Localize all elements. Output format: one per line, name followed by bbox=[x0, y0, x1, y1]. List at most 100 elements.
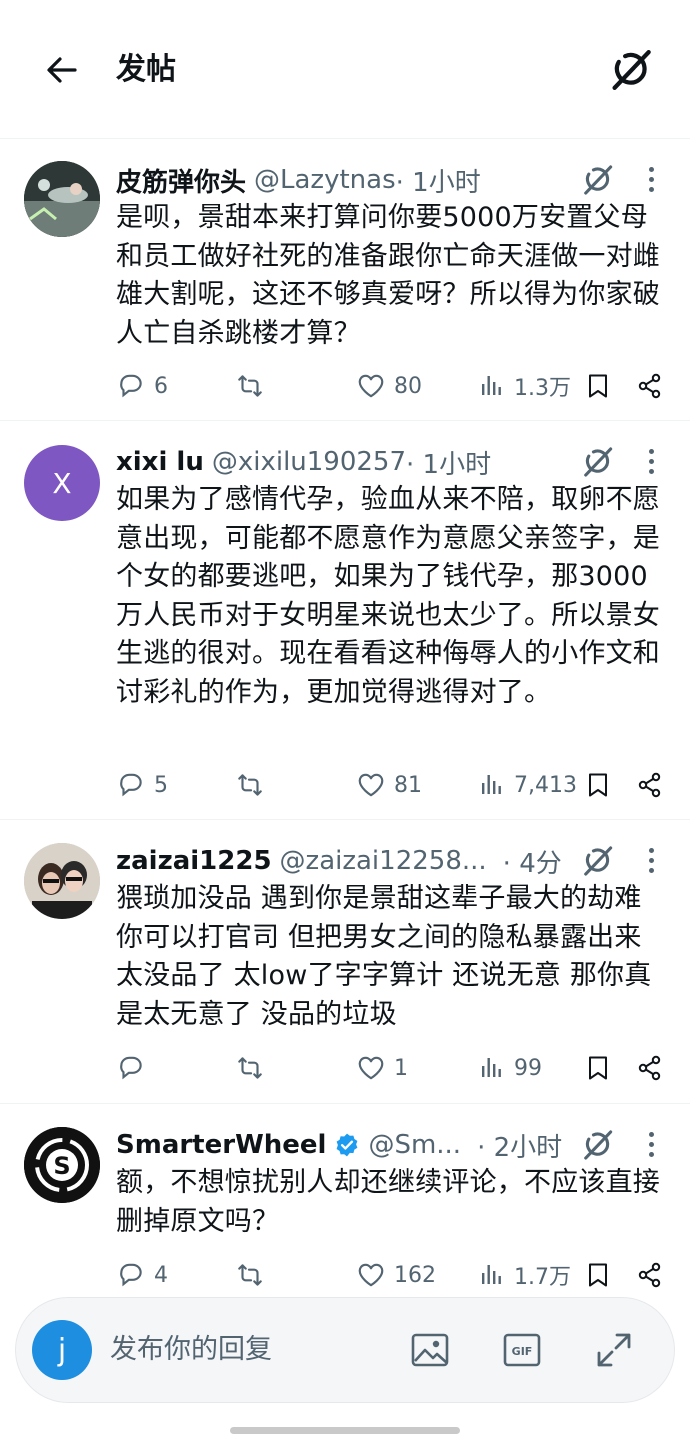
post-text: 是呗，景甜本来打算问你要5000万安置父母和员工做好社死的准备跟你亡命天涯做一对… bbox=[116, 202, 660, 349]
share-button[interactable] bbox=[636, 1253, 664, 1297]
repost-button[interactable] bbox=[234, 1046, 266, 1090]
post-item[interactable]: X xixi lu @xixilu190257 · 1小时 如果为了感情代孕，验… bbox=[0, 421, 690, 820]
views-bar-icon bbox=[482, 775, 501, 794]
post-time: · 1小时 bbox=[395, 167, 481, 198]
expand-button[interactable] bbox=[592, 1328, 636, 1372]
reply-count: 4 bbox=[154, 1262, 168, 1288]
heart-icon bbox=[358, 1056, 384, 1080]
heart-icon bbox=[358, 773, 384, 797]
avatar[interactable] bbox=[24, 161, 100, 237]
post-header: xixi lu @xixilu190257 · 1小时 bbox=[116, 442, 578, 482]
like-button[interactable]: 162 bbox=[356, 1253, 436, 1297]
reply-icon bbox=[120, 1263, 142, 1286]
back-button[interactable] bbox=[38, 46, 86, 94]
more-button[interactable] bbox=[636, 441, 666, 481]
gif-icon: GIF bbox=[503, 1333, 541, 1367]
heart-icon bbox=[358, 374, 384, 398]
grok-button[interactable] bbox=[578, 1126, 616, 1164]
page-title: 发帖 bbox=[116, 52, 176, 87]
avatar[interactable]: X bbox=[24, 445, 100, 521]
repost-icon bbox=[238, 375, 262, 397]
post-time: · 1小时 bbox=[406, 449, 492, 480]
more-button[interactable] bbox=[636, 1124, 666, 1164]
svg-text:GIF: GIF bbox=[512, 1345, 533, 1358]
post-text: 猥琐加没品 遇到你是景甜这辈子最大的劫难 你可以打官司 但把男女之间的隐私暴露出… bbox=[116, 883, 652, 1030]
reply-button[interactable]: 4 bbox=[116, 1253, 168, 1297]
avatar-image: S bbox=[24, 1127, 100, 1203]
author-name[interactable]: 皮筋弹你头 bbox=[116, 162, 246, 199]
author-handle[interactable]: @xixilu190257 bbox=[212, 447, 406, 477]
share-icon bbox=[638, 1262, 661, 1288]
author-name[interactable]: zaizai1225 bbox=[116, 846, 272, 876]
verified-badge-icon bbox=[337, 1133, 358, 1157]
reply-count: 6 bbox=[154, 373, 168, 399]
add-image-button[interactable] bbox=[408, 1328, 452, 1372]
top-bar: 发帖 bbox=[0, 0, 690, 139]
author-name[interactable]: xixi lu bbox=[116, 447, 204, 477]
svg-text:S: S bbox=[53, 1152, 70, 1180]
post-item[interactable]: 皮筋弹你头 @Lazytnas · 1小时 是呗，景甜本来打算问你要5000万安… bbox=[0, 139, 690, 421]
grok-button[interactable] bbox=[578, 161, 616, 199]
reply-icon bbox=[120, 374, 142, 397]
post-actions: 6 80 1.3万 bbox=[108, 364, 672, 408]
author-handle[interactable]: @zaizai12258... bbox=[280, 846, 487, 876]
repost-button[interactable] bbox=[234, 364, 266, 408]
author-name[interactable]: SmarterWheel bbox=[116, 1130, 326, 1160]
share-button[interactable] bbox=[636, 364, 664, 408]
like-count: 80 bbox=[394, 373, 422, 399]
grok-button[interactable] bbox=[578, 842, 616, 880]
post-time: · 2小时 bbox=[477, 1132, 563, 1163]
bookmark-button[interactable] bbox=[584, 763, 612, 807]
grok-button[interactable] bbox=[604, 44, 656, 96]
view-count: 99 bbox=[514, 1055, 542, 1081]
avatar-image bbox=[24, 161, 100, 237]
view-count: 1.7万 bbox=[514, 1265, 571, 1290]
grok-icon bbox=[584, 165, 613, 195]
user-avatar[interactable]: j bbox=[32, 1320, 92, 1380]
more-button[interactable] bbox=[636, 840, 666, 880]
grok-icon bbox=[584, 1130, 613, 1160]
share-icon bbox=[638, 373, 661, 399]
grok-button[interactable] bbox=[578, 443, 616, 481]
repost-button[interactable] bbox=[234, 763, 266, 807]
share-button[interactable] bbox=[636, 1046, 664, 1090]
repost-button[interactable] bbox=[234, 1253, 266, 1297]
reply-button[interactable]: 5 bbox=[116, 763, 168, 807]
repost-icon bbox=[238, 774, 262, 796]
reply-input[interactable]: 发布你的回复 bbox=[110, 1328, 272, 1372]
views-button[interactable]: 1.3万 bbox=[478, 364, 571, 408]
like-button[interactable]: 80 bbox=[356, 364, 422, 408]
grok-icon bbox=[604, 44, 656, 96]
like-button[interactable]: 81 bbox=[356, 763, 422, 807]
avatar[interactable] bbox=[24, 843, 100, 919]
views-button[interactable]: 7,413 bbox=[478, 763, 577, 807]
author-handle[interactable]: @Lazytnas bbox=[254, 165, 396, 195]
bookmark-icon bbox=[589, 773, 607, 797]
share-button[interactable] bbox=[636, 763, 664, 807]
views-button[interactable]: 1.7万 bbox=[478, 1253, 571, 1297]
reply-button[interactable]: 6 bbox=[116, 364, 168, 408]
avatar-image bbox=[24, 843, 100, 919]
post-actions: 1 99 bbox=[108, 1046, 672, 1090]
post-item[interactable]: zaizai1225 @zaizai12258... · 4分 猥琐加没品 遇到… bbox=[0, 820, 690, 1104]
views-bar-icon bbox=[482, 1058, 501, 1077]
bookmark-icon bbox=[589, 374, 607, 398]
repost-icon bbox=[238, 1057, 262, 1079]
share-icon bbox=[638, 772, 661, 798]
reply-icon bbox=[120, 1056, 142, 1079]
heart-icon bbox=[358, 1263, 384, 1287]
post-actions: 5 81 7,413 bbox=[108, 763, 672, 807]
views-button[interactable]: 99 bbox=[478, 1046, 542, 1090]
add-gif-button[interactable]: GIF bbox=[500, 1328, 544, 1372]
author-handle[interactable]: @Sm... bbox=[368, 1130, 461, 1160]
avatar[interactable]: S bbox=[24, 1127, 100, 1203]
bookmark-button[interactable] bbox=[584, 1253, 612, 1297]
bookmark-button[interactable] bbox=[584, 364, 612, 408]
post-item[interactable]: S SmarterWheel @Sm... · 2小时 额，不想惊扰别人却还继续… bbox=[0, 1104, 690, 1312]
bookmark-button[interactable] bbox=[584, 1046, 612, 1090]
share-icon bbox=[638, 1055, 661, 1081]
like-button[interactable]: 1 bbox=[356, 1046, 408, 1090]
reply-button[interactable] bbox=[116, 1046, 154, 1090]
more-button[interactable] bbox=[636, 159, 666, 199]
reply-composer[interactable]: j 发布你的回复 GIF bbox=[16, 1298, 674, 1402]
